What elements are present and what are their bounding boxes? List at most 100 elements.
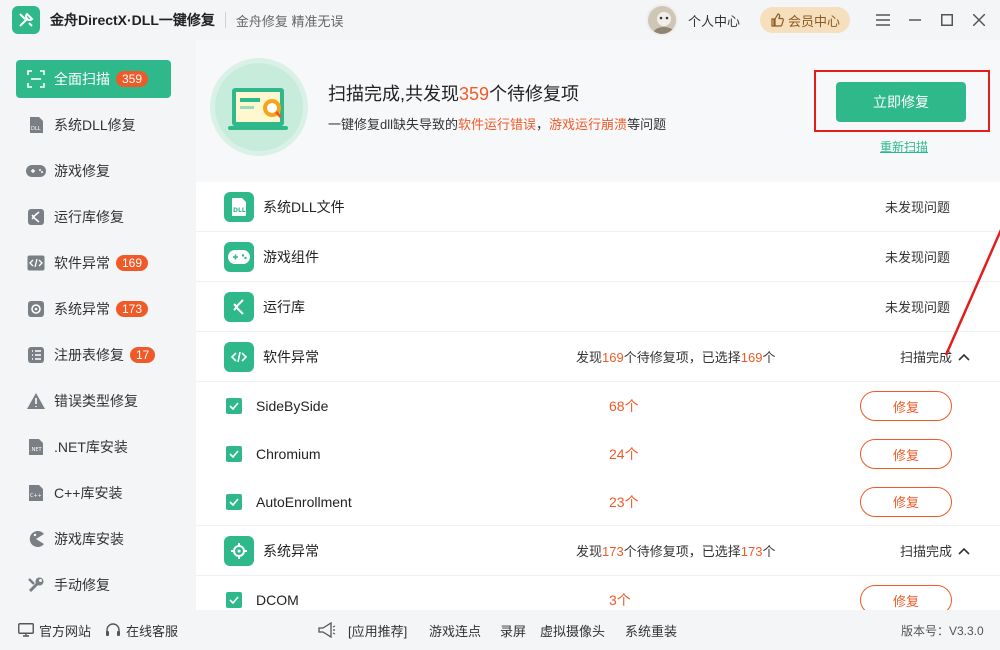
item-count: 3个 bbox=[609, 592, 631, 608]
sidebar-item-game-repair[interactable]: 游戏修复 bbox=[16, 152, 171, 190]
vip-center-button[interactable]: 会员中心 bbox=[759, 7, 850, 33]
category-summary: 发现173个待修复项，已选择173个 bbox=[576, 544, 776, 559]
chevron-up-icon bbox=[958, 547, 970, 555]
app-title: 金舟DirectX·DLL一键修复 bbox=[50, 12, 215, 28]
sidebar-item-label: 全面扫描 bbox=[54, 71, 110, 87]
category-row-software[interactable]: 软件异常 发现169个待修复项，已选择169个 扫描完成 bbox=[196, 332, 1000, 382]
item-checkbox[interactable] bbox=[226, 446, 242, 462]
close-button[interactable] bbox=[964, 0, 994, 40]
sidebar-item-label: 错误类型修复 bbox=[54, 393, 138, 409]
category-row-dll: DLL 系统DLL文件 未发现问题 bbox=[196, 182, 1000, 232]
category-name: 游戏组件 bbox=[263, 248, 319, 265]
list-item: DCOM 3个 修复 bbox=[196, 576, 1000, 610]
code-icon bbox=[26, 253, 46, 273]
check-icon bbox=[229, 596, 239, 604]
sidebar-item-runtime-repair[interactable]: 运行库修复 bbox=[16, 198, 171, 236]
app-slogan: 金舟修复 精准无误 bbox=[235, 13, 344, 29]
footer-link-system-reinstall[interactable]: 系统重装 bbox=[625, 621, 677, 640]
sidebar: 全面扫描 359 DLL 系统DLL修复 游戏修复 运行库修复 软件异常 169… bbox=[0, 40, 188, 610]
category-row-game: 游戏组件 未发现问题 bbox=[196, 232, 1000, 282]
scan-summary: 扫描完成,共发现359个待修复项 一键修复dll缺失导致的软件运行错误，游戏运行… bbox=[196, 40, 1000, 182]
avatar[interactable] bbox=[645, 4, 678, 36]
rescan-link[interactable]: 重新扫描 bbox=[880, 138, 928, 155]
sidebar-item-system-error[interactable]: 系统异常 173 bbox=[16, 290, 171, 328]
user-center-link[interactable]: 个人中心 bbox=[688, 11, 740, 30]
fix-button[interactable]: 修复 bbox=[860, 439, 952, 469]
sidebar-item-game-lib-install[interactable]: 游戏库安装 bbox=[16, 520, 171, 558]
vs-icon bbox=[224, 291, 254, 322]
online-service-link[interactable]: 在线客服 bbox=[105, 621, 178, 640]
category-row-system[interactable]: 系统异常 发现173个待修复项，已选择173个 扫描完成 bbox=[196, 526, 1000, 576]
main-panel: 扫描完成,共发现359个待修复项 一键修复dll缺失导致的软件运行错误，游戏运行… bbox=[196, 40, 1000, 610]
minimize-icon bbox=[909, 19, 921, 21]
footer: 官方网站 在线客服 [应用推荐] 游戏连点 录屏 虚拟摄像头 系统重装 版本号：… bbox=[0, 610, 1000, 650]
sidebar-item-label: 游戏修复 bbox=[54, 163, 110, 179]
fix-now-button[interactable]: 立即修复 bbox=[836, 82, 966, 122]
check-icon bbox=[229, 402, 239, 410]
vs-icon bbox=[26, 207, 46, 227]
sidebar-item-label: 注册表修复 bbox=[54, 347, 124, 363]
fix-button[interactable]: 修复 bbox=[860, 486, 952, 517]
title-divider bbox=[224, 12, 226, 28]
maximize-button[interactable] bbox=[932, 0, 962, 40]
footer-link-auto-clicker[interactable]: 游戏连点 bbox=[429, 621, 481, 640]
net-icon: .NET bbox=[26, 437, 46, 457]
scan-result-title: 扫描完成,共发现359个待修复项 bbox=[328, 84, 580, 104]
minimize-button[interactable] bbox=[900, 0, 930, 40]
item-checkbox[interactable] bbox=[226, 592, 242, 608]
collapse-toggle[interactable]: 扫描完成 bbox=[900, 541, 970, 560]
check-icon bbox=[229, 497, 239, 506]
category-row-runtime: 运行库 未发现问题 bbox=[196, 282, 1000, 332]
sidebar-item-full-scan[interactable]: 全面扫描 359 bbox=[16, 60, 171, 98]
footer-link-virtual-camera[interactable]: 虚拟摄像头 bbox=[540, 621, 605, 640]
sidebar-item-label: 系统DLL修复 bbox=[54, 117, 136, 133]
gamepad-icon bbox=[26, 161, 46, 181]
issue-count: 359 bbox=[459, 84, 490, 104]
sidebar-item-label: 手动修复 bbox=[54, 577, 110, 593]
scan-icon bbox=[26, 69, 46, 89]
svg-text:.NET: .NET bbox=[30, 447, 42, 453]
sidebar-item-label: 运行库修复 bbox=[54, 209, 124, 225]
item-name: AutoEnrollment bbox=[256, 493, 352, 510]
close-icon bbox=[973, 14, 985, 26]
maximize-icon bbox=[941, 14, 953, 26]
item-checkbox[interactable] bbox=[226, 493, 242, 510]
scan-complete-illustration bbox=[210, 58, 308, 156]
scan-result-subtitle: 一键修复dll缺失导致的软件运行错误，游戏运行崩溃等问题 bbox=[328, 117, 667, 132]
sidebar-item-system-dll[interactable]: DLL 系统DLL修复 bbox=[16, 106, 171, 144]
sidebar-item-registry-repair[interactable]: 注册表修复 17 bbox=[16, 336, 171, 374]
svg-text:C++: C++ bbox=[30, 493, 42, 499]
title-bar: 金舟DirectX·DLL一键修复 金舟修复 精准无误 个人中心 会员中心 bbox=[0, 0, 1000, 40]
count-badge: 169 bbox=[116, 255, 149, 271]
version-label: 版本号：V3.3.0 bbox=[901, 623, 984, 638]
dll-file-icon: DLL bbox=[224, 191, 254, 222]
gamepad-icon bbox=[224, 241, 254, 272]
item-name: Chromium bbox=[256, 446, 321, 462]
fix-button[interactable]: 修复 bbox=[860, 585, 952, 610]
sidebar-item-net-install[interactable]: .NET .NET库安装 bbox=[16, 428, 171, 466]
fix-button[interactable]: 修复 bbox=[860, 391, 952, 421]
category-name: 软件异常 bbox=[263, 348, 319, 365]
app-recommend-label: [应用推荐] bbox=[348, 623, 408, 639]
menu-button[interactable] bbox=[868, 0, 898, 40]
check-icon bbox=[229, 450, 239, 458]
count-badge: 173 bbox=[116, 301, 149, 317]
list-item: Chromium 24个 修复 bbox=[196, 430, 1000, 478]
svg-text:DLL: DLL bbox=[233, 207, 246, 214]
sidebar-item-error-type-repair[interactable]: 错误类型修复 bbox=[16, 382, 171, 420]
category-name: 系统DLL文件 bbox=[263, 198, 345, 215]
category-name: 系统异常 bbox=[263, 542, 319, 559]
sidebar-item-cpp-install[interactable]: C++ C++库安装 bbox=[16, 474, 171, 512]
list-item: SideBySide 68个 修复 bbox=[196, 382, 1000, 430]
sidebar-item-manual-repair[interactable]: 手动修复 bbox=[16, 566, 171, 604]
item-checkbox[interactable] bbox=[226, 398, 242, 414]
item-name: DCOM bbox=[256, 592, 299, 608]
sidebar-item-software-error[interactable]: 软件异常 169 bbox=[16, 244, 171, 282]
official-site-link[interactable]: 官方网站 bbox=[18, 621, 91, 640]
code-icon bbox=[224, 341, 254, 372]
footer-link-screen-record[interactable]: 录屏 bbox=[500, 621, 526, 640]
wrench-icon bbox=[26, 575, 46, 595]
item-name: SideBySide bbox=[256, 398, 329, 414]
headset-icon bbox=[106, 623, 120, 636]
count-badge: 359 bbox=[116, 71, 149, 87]
